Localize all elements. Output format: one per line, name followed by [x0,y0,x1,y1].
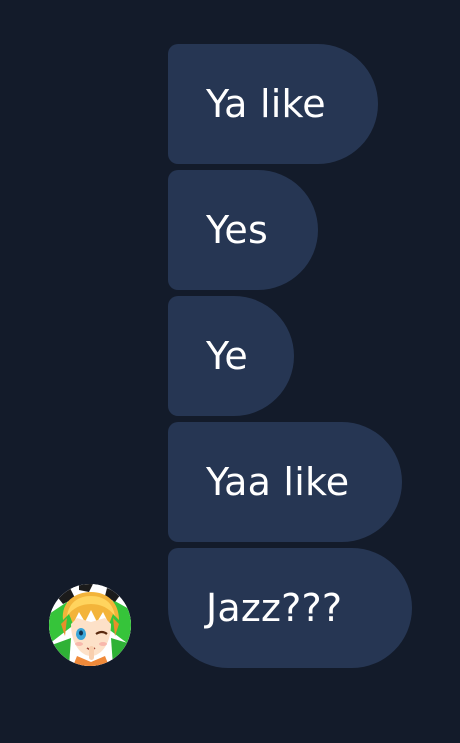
message-text: Yes [206,208,268,252]
message-bubble[interactable]: Ya like [168,44,378,164]
message-bubble[interactable]: Yaa like [168,422,402,542]
message-text: Jazz??? [206,586,343,630]
avatar[interactable] [49,584,131,666]
message-text: Yaa like [206,460,350,504]
message-bubble[interactable]: Yes [168,170,318,290]
message-bubble[interactable]: Jazz??? [168,548,412,668]
message-text: Ye [206,334,248,378]
message-bubble[interactable]: Ye [168,296,294,416]
message-text: Ya like [206,82,326,126]
anime-character-avatar-icon [49,584,131,666]
message-thread: Ya like Yes Ye Yaa like Jazz??? [0,0,460,743]
